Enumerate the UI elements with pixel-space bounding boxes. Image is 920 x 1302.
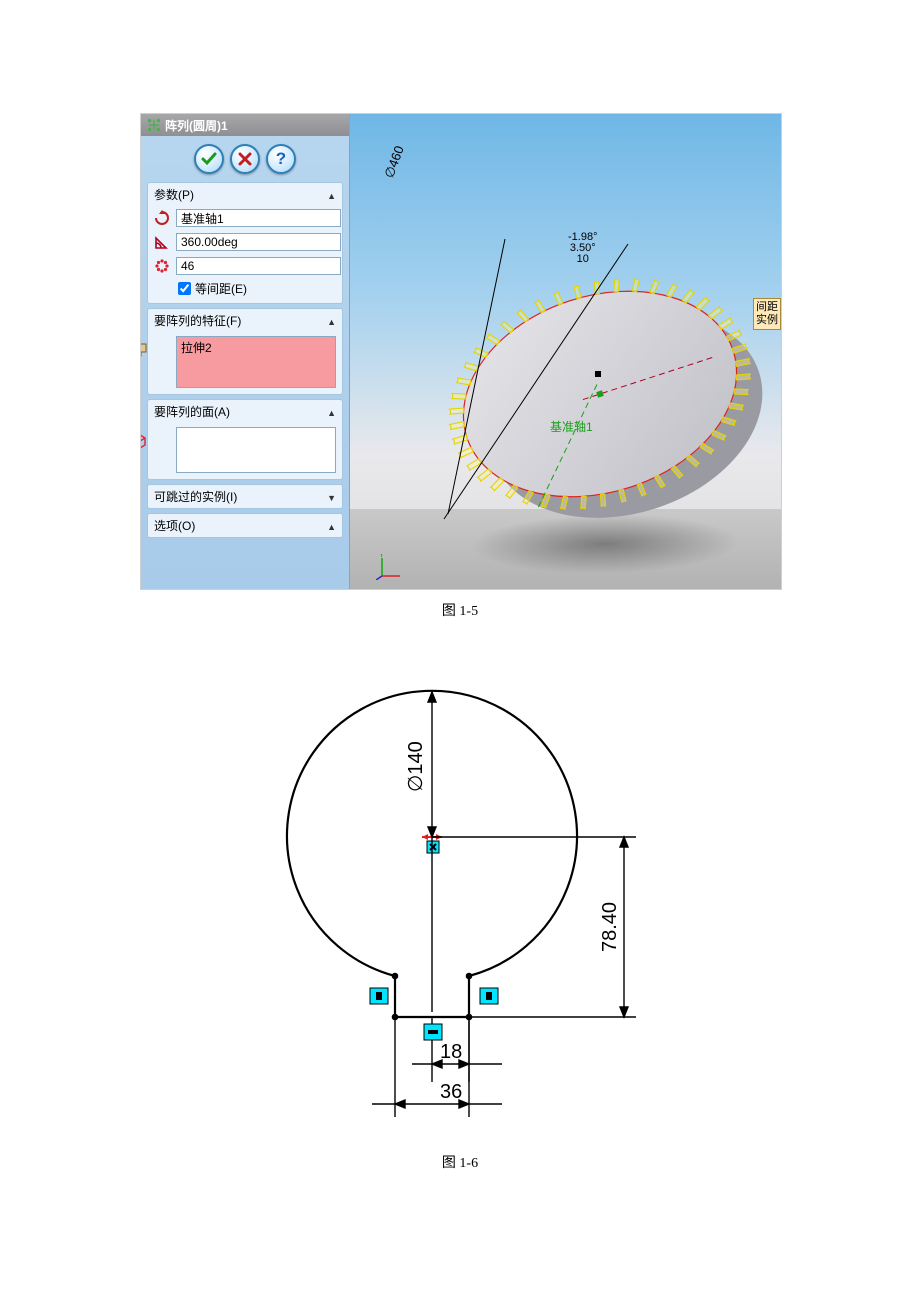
dim-18: 18 (440, 1041, 462, 1063)
figure-caption-2: 图 1-6 (0, 1152, 920, 1172)
dim-diameter: ∅140 (405, 741, 427, 792)
screenshot-pattern: 阵列(圆周)1 ? 参数(P) (141, 114, 781, 589)
sketch-figure: ∅140 78.40 18 (252, 652, 672, 1142)
figure-caption-1: 图 1-5 (0, 600, 920, 620)
dim-height: 78.40 (599, 902, 621, 952)
dim-36: 36 (440, 1081, 462, 1103)
